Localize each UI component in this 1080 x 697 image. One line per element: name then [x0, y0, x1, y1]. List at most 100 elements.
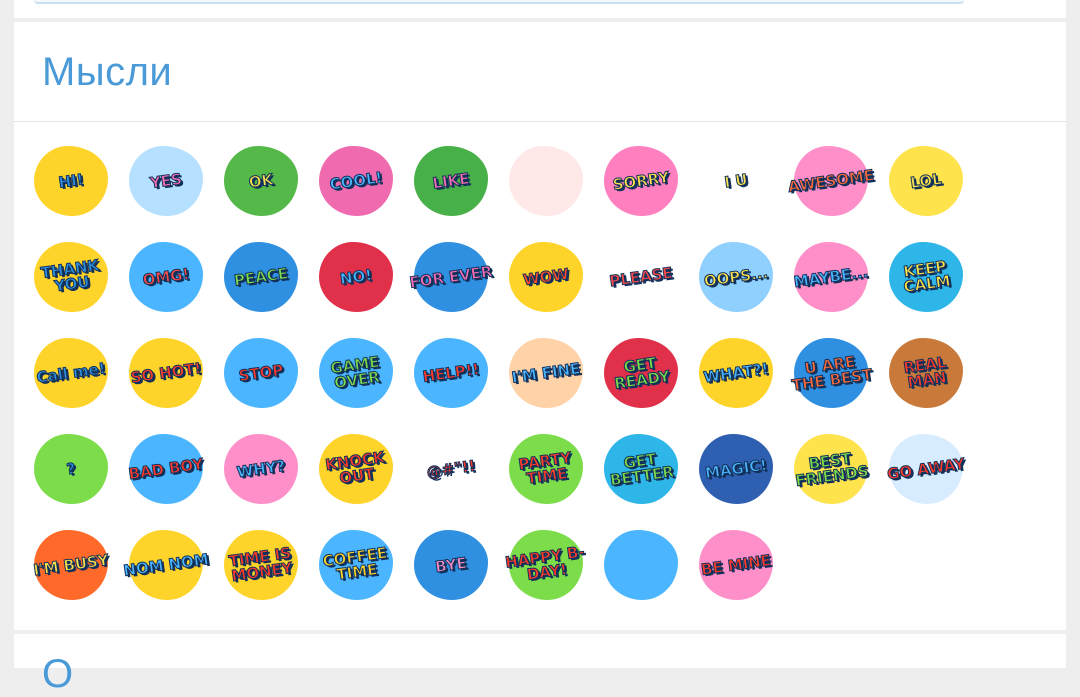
sticker-item[interactable]: FOR EVER [408, 234, 494, 320]
sticker-item[interactable]: WHY? [218, 426, 304, 512]
sticker-item[interactable]: I U [693, 138, 779, 224]
sticker-item[interactable]: PLEASE [598, 234, 684, 320]
sticker-item[interactable]: WOW [503, 234, 589, 320]
sticker-text: PLEASE [608, 263, 674, 291]
sticker-item[interactable]: NO! [313, 234, 399, 320]
sticker-item[interactable]: STOP [218, 330, 304, 416]
sticker-text: U ARE THE BEST [790, 352, 874, 395]
sticker-item[interactable]: HI! [28, 138, 114, 224]
divider [14, 121, 1066, 122]
sticker-item[interactable]: THANK YOU [28, 234, 114, 320]
sticker-item[interactable] [503, 138, 589, 224]
sticker-item[interactable]: GET BETTER [598, 426, 684, 512]
sticker-text: WHY? [235, 456, 287, 482]
sticker-text: I U [723, 169, 749, 192]
sticker-text: STOP [237, 360, 285, 385]
sticker-item[interactable]: I'M FINE [503, 330, 589, 416]
sticker-text: MAGIC! [703, 455, 769, 482]
sticker-text: I'M FINE [510, 358, 582, 387]
sticker-text: BYE [433, 553, 468, 576]
sticker-text: GET READY [613, 353, 672, 393]
sticker-text: THANK YOU [39, 256, 101, 296]
sticker-text: NO! [338, 265, 374, 288]
sticker-text: BE MINE [699, 550, 772, 579]
sticker-text: HELP!! [421, 359, 481, 386]
sticker-text: REAL MAN [902, 353, 948, 392]
sticker-item[interactable]: SORRY [598, 138, 684, 224]
sticker-item[interactable]: BEST FRIENDS [788, 426, 874, 512]
sticker-text: COFFEE TIME [321, 543, 389, 584]
sticker-item[interactable]: MAYBE... [788, 234, 874, 320]
sticker-text [497, 132, 594, 229]
sticker-text: AWESOME [786, 165, 875, 196]
sticker-text: ? [65, 458, 77, 479]
sticker-text: I'M BUSY [32, 550, 110, 579]
sticker-item[interactable]: PARTY TIME [503, 426, 589, 512]
sticker-text: GET BETTER [608, 449, 676, 490]
sticker-item[interactable]: BE MINE [693, 522, 779, 608]
section-title: Мысли [42, 50, 173, 94]
divider [14, 630, 1066, 634]
sticker-item[interactable]: @#"!! [408, 426, 494, 512]
sticker-item[interactable]: BAD BOY [123, 426, 209, 512]
sticker-text: KEEP CALM [902, 257, 952, 297]
sticker-pack-panel: Мысли HI! YES OK COOL! LIKE SORRY I U AWESOME LO… [14, 0, 1066, 696]
sticker-item[interactable]: KNOCK OUT [313, 426, 399, 512]
sticker-text: SORRY [611, 167, 671, 194]
sticker-item[interactable]: REAL MAN [883, 330, 969, 416]
search-field-edge[interactable] [34, 0, 964, 4]
sticker-item[interactable]: NOM NOM [122, 522, 210, 608]
sticker-text: GO AWAY [885, 454, 966, 484]
sticker-item[interactable]: WHAT?! [693, 330, 779, 416]
sticker-item[interactable]: GO AWAY [883, 426, 969, 512]
sticker-item[interactable]: BYE [408, 522, 494, 608]
sticker-text: COOL! [328, 167, 384, 194]
sticker-item[interactable]: ? [28, 426, 114, 512]
sticker-grid: HI! YES OK COOL! LIKE SORRY I U AWESOME LOL THANK… [28, 138, 969, 608]
sticker-item[interactable]: TIME IS MONEY [218, 522, 304, 608]
sticker-text: HI! [57, 169, 85, 192]
sticker-text: GAME OVER [329, 352, 382, 393]
sticker-text: OMG! [141, 264, 191, 289]
sticker-item[interactable] [598, 522, 684, 608]
sticker-text: WOW [521, 264, 570, 289]
sticker-text: PEACE [232, 263, 289, 290]
sticker-item[interactable]: LIKE [408, 138, 494, 224]
sticker-item[interactable]: U ARE THE BEST [788, 330, 874, 416]
sticker-text: BEST FRIENDS [794, 449, 870, 491]
sticker-item[interactable]: SO HOT! [123, 330, 209, 416]
sticker-text: TIME IS MONEY [227, 543, 294, 586]
sticker-item[interactable]: HAPPY B-DAY! [503, 522, 589, 608]
sticker-text: OK [247, 169, 275, 192]
sticker-text: LIKE [431, 169, 471, 193]
sticker-item[interactable]: HELP!! [408, 330, 494, 416]
divider [14, 18, 1066, 22]
sticker-text: HAPPY B-DAY! [504, 542, 587, 584]
sticker-item[interactable]: AWESOME [786, 138, 875, 224]
sticker-item[interactable]: COOL! [313, 138, 399, 224]
sticker-text: LOL [909, 169, 944, 192]
sticker-item[interactable]: YES [123, 138, 209, 224]
sticker-item[interactable]: GAME OVER [313, 330, 399, 416]
sticker-text: PARTY TIME [517, 448, 573, 488]
sticker-item[interactable]: I'M BUSY [28, 522, 114, 608]
sticker-item[interactable]: KEEP CALM [883, 234, 969, 320]
sticker-text: OOPS... [702, 263, 770, 291]
sticker-item[interactable]: Call me! [28, 330, 114, 416]
next-section-title: О [42, 652, 74, 696]
sticker-item[interactable]: PEACE [218, 234, 304, 320]
sticker-item[interactable]: MAGIC! [693, 426, 779, 512]
sticker-item[interactable]: GET READY [598, 330, 684, 416]
sticker-text: BAD BOY [127, 454, 205, 483]
sticker-item[interactable]: OOPS... [693, 234, 779, 320]
sticker-text: FOR EVER [408, 261, 494, 292]
sticker-text [592, 516, 689, 613]
sticker-item[interactable]: OK [218, 138, 304, 224]
sticker-item[interactable]: LOL [883, 138, 969, 224]
sticker-item[interactable]: OMG! [123, 234, 209, 320]
sticker-text: KNOCK OUT [324, 448, 386, 488]
sticker-item[interactable]: COFFEE TIME [313, 522, 399, 608]
sticker-text: SO HOT! [129, 358, 203, 387]
sticker-text: YES [148, 169, 183, 192]
sticker-text: NOM NOM [122, 549, 210, 580]
